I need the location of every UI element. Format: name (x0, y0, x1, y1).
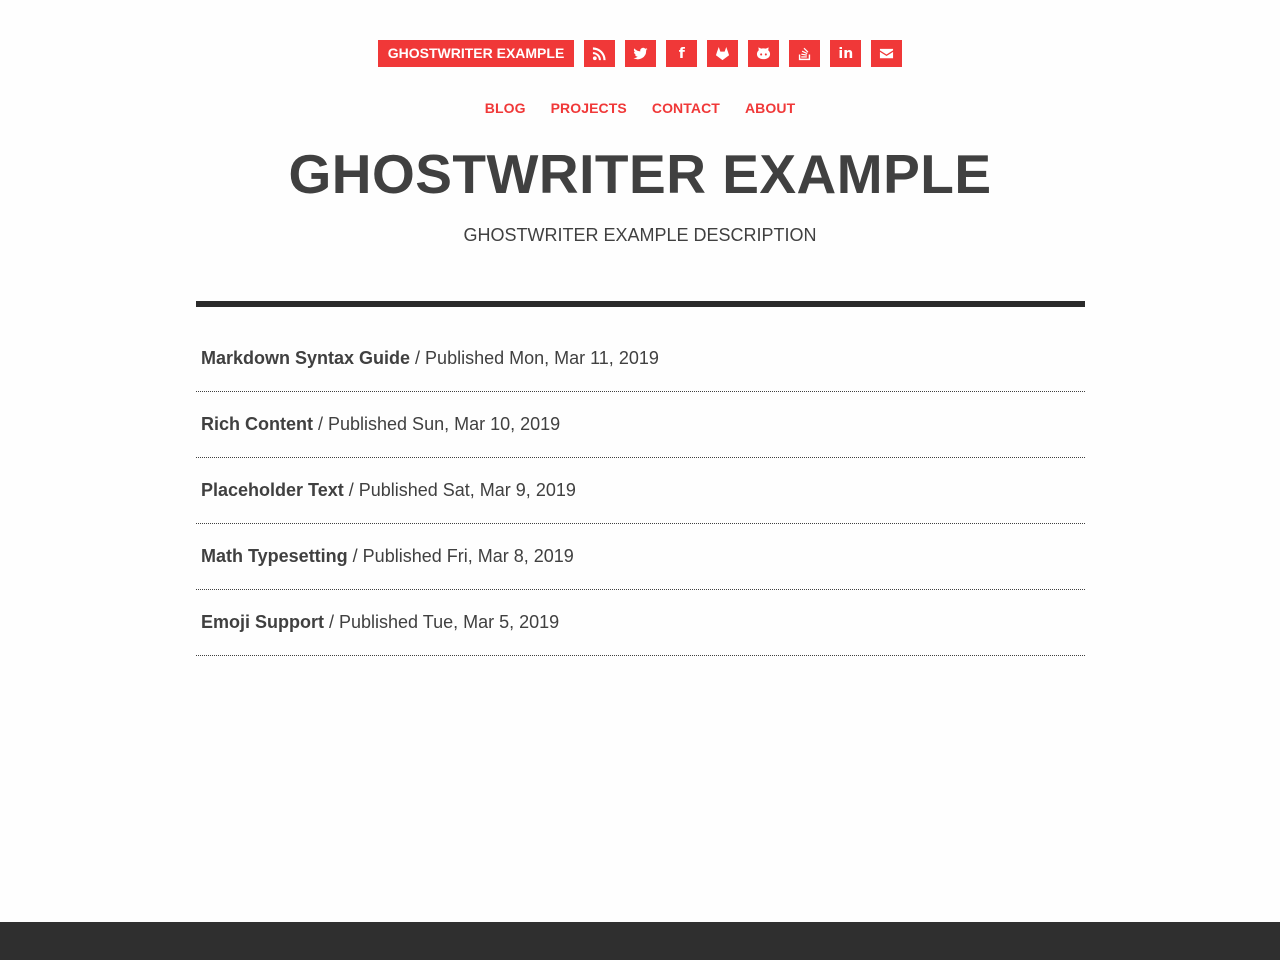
post-title-link[interactable]: Markdown Syntax Guide (201, 348, 410, 369)
brand-link[interactable]: GHOSTWRITER EXAMPLE (377, 40, 575, 67)
facebook-button[interactable]: f (666, 40, 698, 67)
linkedin-button[interactable]: in (830, 40, 862, 67)
nav-contact[interactable]: CONTACT (652, 100, 720, 116)
rss-button[interactable] (584, 40, 616, 67)
post-list: Markdown Syntax Guide / Published Mon, M… (196, 326, 1085, 656)
nav-blog[interactable]: BLOG (485, 100, 526, 116)
post-date: / Published Sun, Mar 10, 2019 (313, 414, 561, 434)
social-links: f in (584, 40, 903, 67)
site-title: GHOSTWRITER EXAMPLE (288, 143, 992, 205)
github-button[interactable] (748, 40, 780, 67)
post-date: / Published Tue, Mar 5, 2019 (324, 612, 560, 632)
page-footer (0, 922, 1280, 960)
nav-about[interactable]: ABOUT (745, 100, 795, 116)
header-divider (196, 301, 1085, 307)
facebook-icon: f (678, 45, 685, 62)
email-button[interactable] (871, 40, 903, 67)
list-item: Math Typesetting / Published Fri, Mar 8,… (196, 524, 1085, 590)
stackoverflow-button[interactable] (789, 40, 821, 67)
post-date: / Published Fri, Mar 8, 2019 (347, 546, 574, 566)
gitlab-icon (716, 46, 730, 61)
list-item: Placeholder Text / Published Sat, Mar 9,… (196, 458, 1085, 524)
stackoverflow-icon (799, 47, 811, 61)
twitter-button[interactable] (625, 40, 657, 67)
post-date: / Published Mon, Mar 11, 2019 (410, 348, 659, 368)
post-title-link[interactable]: Math Typesetting (201, 546, 348, 567)
twitter-icon (633, 47, 648, 60)
list-item: Emoji Support / Published Tue, Mar 5, 20… (196, 590, 1085, 656)
main-nav: BLOG PROJECTS CONTACT ABOUT (0, 100, 1280, 116)
post-title-link[interactable]: Rich Content (201, 414, 313, 435)
nav-projects[interactable]: PROJECTS (551, 100, 627, 116)
linkedin-icon: in (838, 45, 854, 62)
rss-icon (593, 47, 606, 61)
list-item: Markdown Syntax Guide / Published Mon, M… (196, 326, 1085, 392)
post-title-link[interactable]: Placeholder Text (201, 480, 344, 501)
top-bar: GHOSTWRITER EXAMPLE f in (0, 40, 1280, 67)
post-title-link[interactable]: Emoji Support (201, 612, 324, 633)
gitlab-button[interactable] (707, 40, 739, 67)
email-icon (880, 48, 894, 59)
post-date: / Published Sat, Mar 9, 2019 (343, 480, 576, 500)
list-item: Rich Content / Published Sun, Mar 10, 20… (196, 392, 1085, 458)
github-icon (757, 47, 771, 60)
site-description: GHOSTWRITER EXAMPLE DESCRIPTION (463, 225, 817, 245)
